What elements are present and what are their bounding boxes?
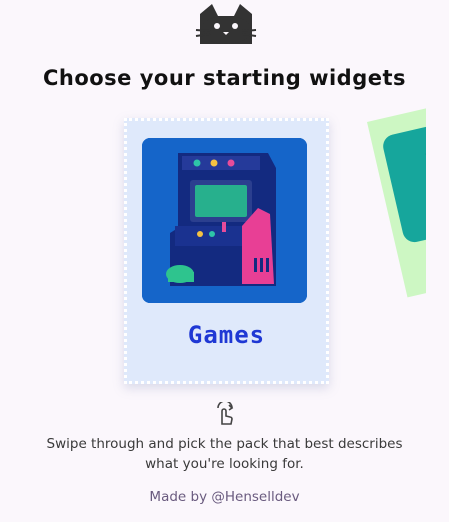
page-title: Choose your starting widgets <box>42 66 407 90</box>
swipe-hint-text: Swipe through and pick the pack that bes… <box>46 436 403 472</box>
current-pack-card[interactable]: Games <box>124 118 329 384</box>
current-pack-art <box>142 138 307 303</box>
arcade-machine-icon <box>142 138 307 303</box>
widget-carousel[interactable]: Games <box>0 100 426 400</box>
swipe-gesture-icon <box>217 402 234 425</box>
author-credit[interactable]: Made by @Henselldev <box>0 489 449 505</box>
next-pack-card[interactable] <box>367 100 426 298</box>
pack-label: Games <box>187 321 266 349</box>
mountain-icon <box>425 136 426 227</box>
next-pack-art <box>380 112 426 245</box>
cat-icon <box>195 4 257 44</box>
